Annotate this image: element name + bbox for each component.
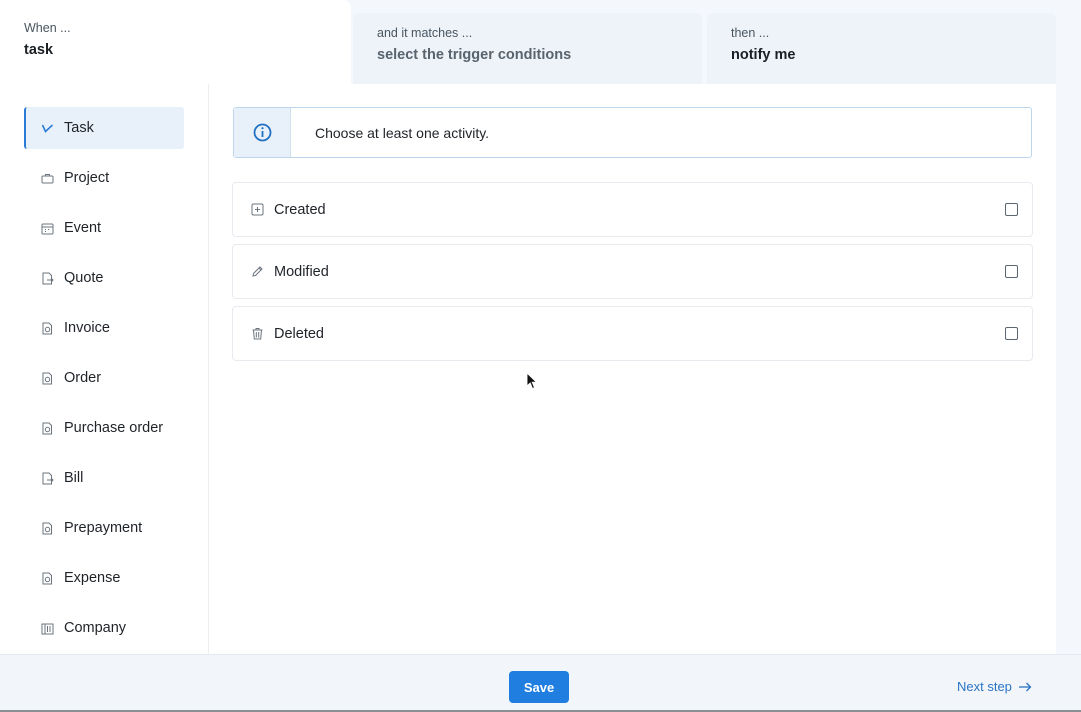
document-money-icon <box>41 322 54 335</box>
save-button[interactable]: Save <box>509 671 569 703</box>
step-then[interactable]: then ... notify me <box>707 13 1056 84</box>
activity-label: Modified <box>274 263 329 280</box>
mouse-cursor-icon <box>526 372 538 390</box>
sidebar-item-label: Project <box>64 170 110 186</box>
sidebar-item-label: Invoice <box>64 320 110 336</box>
step-when[interactable]: When ... task <box>0 0 351 84</box>
document-arrow-icon <box>41 472 54 485</box>
plus-square-icon <box>251 203 264 216</box>
sidebar-item-label: Expense <box>64 570 121 586</box>
sidebar-item-quote[interactable]: Quote <box>24 257 184 299</box>
pencil-icon <box>251 265 264 278</box>
step-header: When ... task and it matches ... select … <box>0 0 1081 84</box>
calendar-icon <box>41 222 54 235</box>
deleted-checkbox[interactable] <box>1005 327 1018 340</box>
document-arrow-icon <box>41 272 54 285</box>
created-checkbox[interactable] <box>1005 203 1018 216</box>
sidebar-item-label: Prepayment <box>64 520 143 536</box>
sidebar-item-label: Task <box>64 120 94 136</box>
activity-deleted[interactable]: Deleted <box>232 306 1033 361</box>
arrow-right-icon <box>1018 682 1032 691</box>
footer-bar: Save Next step <box>0 654 1081 712</box>
document-money-icon <box>41 522 54 535</box>
sidebar-item-invoice[interactable]: Invoice <box>24 307 184 349</box>
sidebar-item-project[interactable]: Project <box>24 157 184 199</box>
activity-label: Created <box>274 201 326 218</box>
info-banner: Choose at least one activity. <box>233 107 1032 158</box>
step-matches[interactable]: and it matches ... select the trigger co… <box>353 13 702 84</box>
sidebar-item-bill[interactable]: Bill <box>24 457 184 499</box>
sidebar-item-purchase-order[interactable]: Purchase order <box>24 407 184 449</box>
sidebar-item-label: Quote <box>64 270 104 286</box>
step-when-value: task <box>24 42 54 58</box>
sidebar-item-prepayment[interactable]: Prepayment <box>24 507 184 549</box>
document-money-icon <box>41 422 54 435</box>
sidebar-item-label: Order <box>64 370 102 386</box>
sidebar-item-label: Bill <box>64 470 84 486</box>
activity-label: Deleted <box>274 325 324 342</box>
activity-created[interactable]: Created <box>232 182 1033 237</box>
sidebar-item-order[interactable]: Order <box>24 357 184 399</box>
next-step-label: Next step <box>957 679 1012 694</box>
trash-icon <box>251 327 264 340</box>
building-icon <box>41 622 54 635</box>
info-text: Choose at least one activity. <box>315 125 490 141</box>
info-icon <box>234 108 291 157</box>
step-matches-value: select the trigger conditions <box>377 47 572 63</box>
document-money-icon <box>41 572 54 585</box>
main-panel: Task Project Event Quote Invoice Order P… <box>0 84 1056 654</box>
step-then-value: notify me <box>731 47 796 63</box>
step-then-label: then ... <box>731 26 770 40</box>
sidebar: Task Project Event Quote Invoice Order P… <box>0 84 209 654</box>
modified-checkbox[interactable] <box>1005 265 1018 278</box>
next-step-link[interactable]: Next step <box>957 679 1032 694</box>
sidebar-item-label: Event <box>64 220 102 236</box>
sidebar-item-company[interactable]: Company <box>24 607 184 649</box>
sidebar-item-expense[interactable]: Expense <box>24 557 184 599</box>
step-when-label: When ... <box>24 21 71 35</box>
document-money-icon <box>41 372 54 385</box>
briefcase-icon <box>41 172 54 185</box>
sidebar-item-event[interactable]: Event <box>24 207 184 249</box>
check-icon <box>41 122 54 135</box>
sidebar-item-label: Purchase order <box>64 420 164 436</box>
right-gutter <box>1056 84 1081 654</box>
step-matches-label: and it matches ... <box>377 26 473 40</box>
activity-modified[interactable]: Modified <box>232 244 1033 299</box>
sidebar-item-task[interactable]: Task <box>24 107 184 149</box>
sidebar-item-label: Company <box>64 620 127 636</box>
